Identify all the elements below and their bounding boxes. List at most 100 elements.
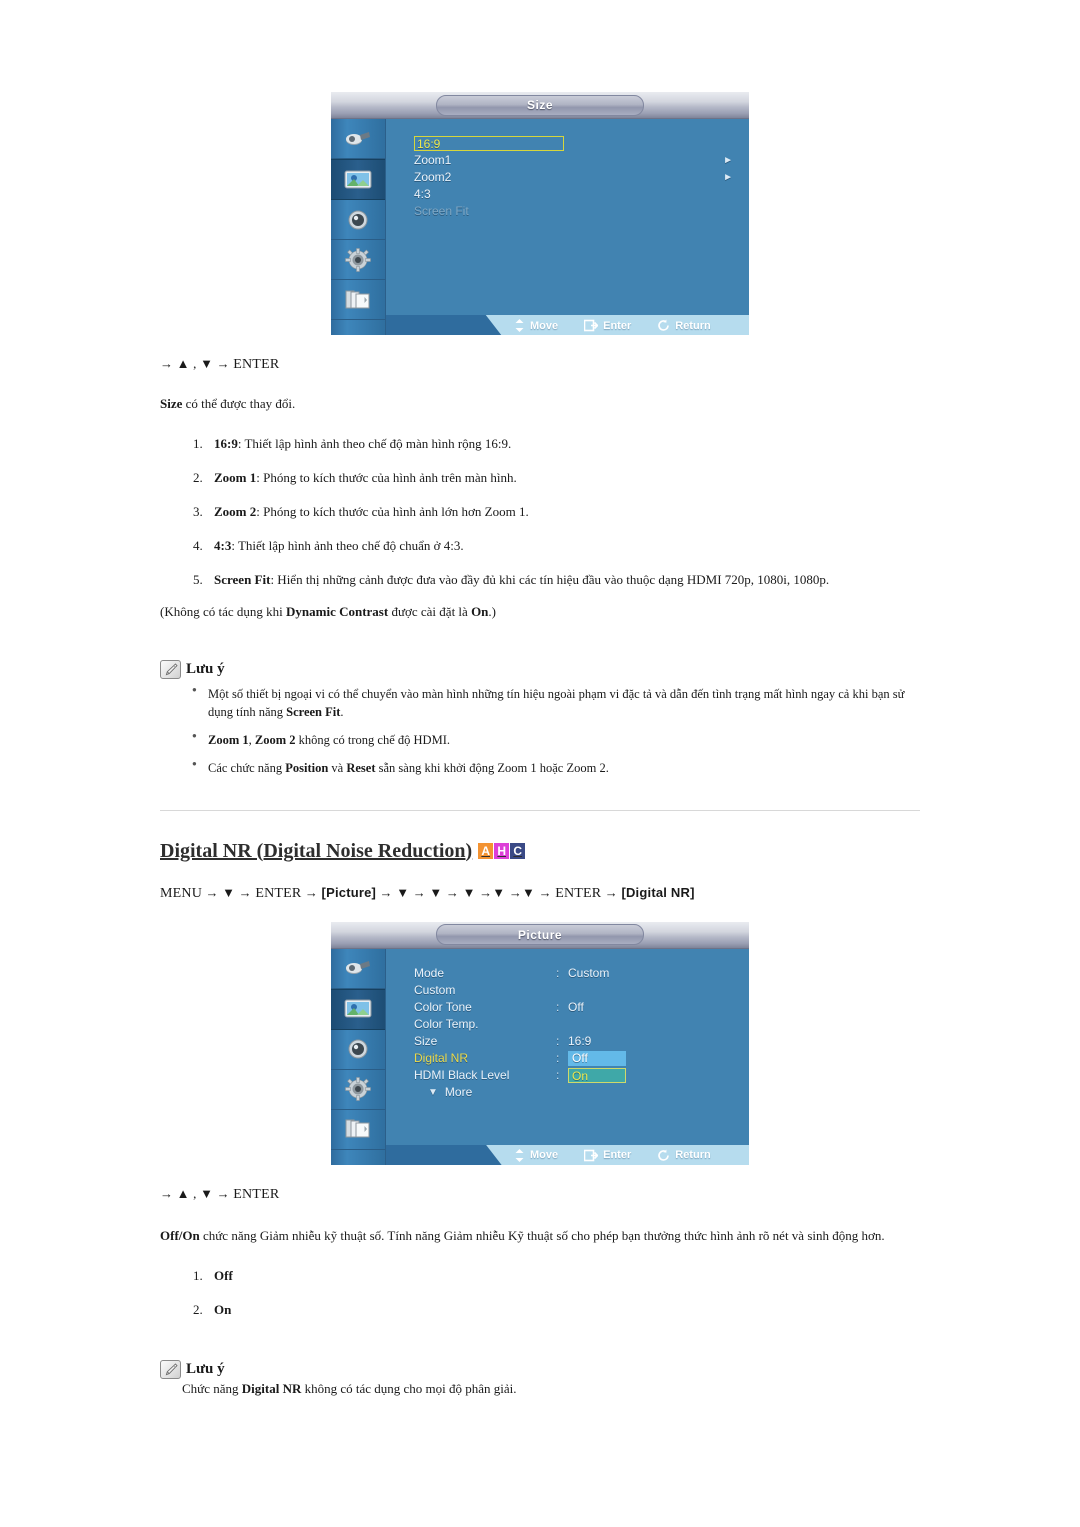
osd-option-label-screen-fit: Screen Fit bbox=[414, 204, 469, 218]
osd-option-row[interactable]: Zoom2 ► bbox=[414, 169, 735, 186]
list-item-bold: 16:9 bbox=[214, 436, 238, 451]
osd-colon: : bbox=[556, 999, 560, 1014]
osd-sidebar[interactable] bbox=[331, 119, 386, 335]
osd-screenshot-picture: Picture Mode: Custom Custom Color Tone … bbox=[331, 902, 749, 1165]
input-source-icon[interactable] bbox=[331, 949, 385, 989]
badge-a: A bbox=[478, 843, 494, 859]
list-item-rest: : Phóng to kích thước của hình ảnh lớn h… bbox=[256, 504, 529, 519]
osd-colon: : bbox=[556, 1050, 560, 1065]
sound-icon[interactable] bbox=[331, 200, 385, 240]
digital-nr-menu-path: MENU → ▼ → ENTER → [Picture] → ▼ → ▼ → ▼… bbox=[160, 884, 695, 901]
osd-setting-value: Custom bbox=[568, 965, 610, 980]
osd-setting-label: HDMI Black Level bbox=[414, 1067, 510, 1082]
size-option-list: 16:9: Thiết lập hình ảnh theo chế độ màn… bbox=[160, 436, 920, 588]
osd-setting-row-more[interactable]: ▼ More bbox=[414, 1084, 735, 1101]
note-heading: Lưu ý bbox=[160, 660, 920, 679]
osd-footer-notch bbox=[386, 1144, 502, 1165]
osd-setting-row-color-temp[interactable]: Color Temp. bbox=[414, 1016, 735, 1033]
osd-setting-row-mode[interactable]: Mode : Custom bbox=[414, 965, 735, 982]
osd-titlebar: Size bbox=[331, 92, 749, 119]
multi-control-icon[interactable] bbox=[331, 1110, 385, 1150]
osd-footer-return: Return bbox=[657, 1149, 711, 1162]
osd-setting-row-custom[interactable]: Custom bbox=[414, 982, 735, 999]
osd-colon: : bbox=[556, 965, 560, 980]
size-nav-enter: ENTER bbox=[233, 357, 280, 372]
list-item: Một số thiết bị ngoại vi có thể chuyển v… bbox=[192, 684, 920, 721]
menu-key: MENU bbox=[160, 885, 203, 901]
input-source-icon[interactable] bbox=[331, 119, 385, 159]
osd-setting-label: More bbox=[444, 1084, 473, 1099]
osd-setting-value-off[interactable]: Off bbox=[568, 1050, 626, 1066]
osd-setting-value-on[interactable]: On bbox=[568, 1067, 626, 1083]
osd-footer-return: Return bbox=[657, 319, 711, 332]
osd-colon: : bbox=[556, 1033, 560, 1048]
osd-option-list: 16:9 Zoom1 ► Zoom2 ► 4:3 Screen Fit bbox=[386, 135, 749, 220]
osd-option-row[interactable]: 4:3 bbox=[414, 186, 735, 203]
list-item: Các chức năng Position và Reset sẵn sàng… bbox=[192, 758, 920, 777]
note-pen-icon bbox=[160, 1359, 181, 1379]
dnr-note-text: Chức năng Digital NR không có tác dụng c… bbox=[182, 1380, 517, 1396]
list-item-bold: Zoom 2 bbox=[214, 504, 257, 519]
osd-setting-row-size[interactable]: Size : 16:9 bbox=[414, 1033, 735, 1050]
osd-option-row[interactable]: Zoom1 ► bbox=[414, 152, 735, 169]
enter-icon bbox=[584, 319, 599, 332]
section-digital-nr: Digital NR (Digital Noise Reduction) A H… bbox=[0, 811, 1080, 902]
list-item-bold: Zoom 1 bbox=[214, 470, 257, 485]
osd-setting-row-hdmi-black-level[interactable]: HDMI Black Level : On bbox=[414, 1067, 735, 1084]
move-updown-icon bbox=[515, 319, 524, 332]
list-item-rest: : Thiết lập hình ảnh theo chế độ màn hìn… bbox=[237, 436, 512, 451]
list-item-bold: Off bbox=[214, 1267, 233, 1283]
list-item: Zoom 2: Phóng to kích thước của hình ảnh… bbox=[206, 504, 920, 520]
size-note-list: Một số thiết bị ngoại vi có thể chuyển v… bbox=[160, 684, 920, 778]
return-icon bbox=[658, 1149, 670, 1161]
note-heading: Lưu ý bbox=[160, 1359, 920, 1379]
dnr-nav-keys: ▲ , ▼ bbox=[176, 1185, 214, 1201]
osd-setting-label: Custom bbox=[414, 982, 456, 997]
osd-footer-move-label: Move bbox=[530, 319, 559, 332]
osd-option-label-4-3: 4:3 bbox=[414, 187, 431, 201]
osd-setting-label: Color Tone bbox=[414, 999, 472, 1014]
osd-footer-enter-label: Enter bbox=[603, 319, 632, 332]
badge-c: C bbox=[510, 843, 526, 859]
move-updown-icon bbox=[515, 1148, 524, 1162]
size-lead-bold: Size bbox=[160, 396, 183, 411]
size-lead: Size có thể được thay đổi. bbox=[160, 396, 920, 412]
document-page: Size 16:9 Zoom1 ► Zoom2 ► 4:3 Screen Fit… bbox=[0, 0, 1080, 1527]
chevron-right-icon: ► bbox=[723, 172, 733, 183]
osd-setting-label: Mode bbox=[414, 965, 445, 980]
dnr-note-block: Lưu ý Chức năng Digital NR không có tác … bbox=[160, 1359, 920, 1397]
list-item: On bbox=[206, 1302, 920, 1318]
osd-footer-notch bbox=[386, 315, 502, 335]
osd-option-row[interactable]: 16:9 bbox=[414, 135, 735, 152]
sound-icon[interactable] bbox=[331, 1030, 385, 1070]
picture-icon[interactable] bbox=[331, 159, 385, 200]
size-lead-rest: có thể được thay đổi. bbox=[182, 396, 296, 411]
dnr-nav-enter: ENTER bbox=[233, 1186, 280, 1202]
digital-nr-heading-text: Digital NR (Digital Noise Reduction) bbox=[160, 839, 473, 862]
multi-control-icon[interactable] bbox=[331, 280, 385, 320]
osd-setting-row-color-tone[interactable]: Color Tone : Off bbox=[414, 999, 735, 1016]
osd-setting-label: Size bbox=[414, 1033, 438, 1048]
osd-footer-move-label: Move bbox=[530, 1149, 559, 1161]
osd-option-label-16-9: 16:9 bbox=[414, 136, 564, 151]
osd-setting-label: Digital NR bbox=[414, 1050, 469, 1065]
osd-screenshot-size: Size 16:9 Zoom1 ► Zoom2 ► 4:3 Screen Fit… bbox=[331, 0, 749, 335]
setup-gear-icon[interactable] bbox=[331, 1070, 385, 1110]
note-label: Lưu ý bbox=[186, 661, 225, 677]
chevron-right-icon: ► bbox=[723, 155, 733, 166]
osd-setting-row-digital-nr[interactable]: Digital NR : Off bbox=[414, 1050, 735, 1067]
osd-sidebar[interactable] bbox=[331, 948, 386, 1165]
section-digital-nr-text: → ▲ , ▼ → ENTER Off/On chức năng Giảm nh… bbox=[0, 1165, 1080, 1397]
chevron-down-icon: ▼ bbox=[428, 1086, 438, 1098]
osd-option-label-zoom2: Zoom2 bbox=[414, 170, 452, 184]
list-item-rest: : Hiển thị những cảnh được đưa vào đầy đ… bbox=[270, 572, 830, 587]
osd-footer-enter: Enter bbox=[584, 319, 631, 332]
osd-footer-enter-label: Enter bbox=[603, 1149, 632, 1161]
dnr-option-list: Off On bbox=[160, 1268, 920, 1318]
size-dynamic-contrast-note: (Không có tác dụng khi Dynamic Contrast … bbox=[160, 604, 496, 619]
list-item: Zoom 1: Phóng to kích thước của hình ảnh… bbox=[206, 470, 920, 486]
picture-icon[interactable] bbox=[331, 988, 385, 1030]
osd-colon: : bbox=[556, 1067, 560, 1082]
setup-gear-icon[interactable] bbox=[331, 240, 385, 280]
list-item: 4:3: Thiết lập hình ảnh theo chế độ chuẩ… bbox=[206, 538, 920, 554]
